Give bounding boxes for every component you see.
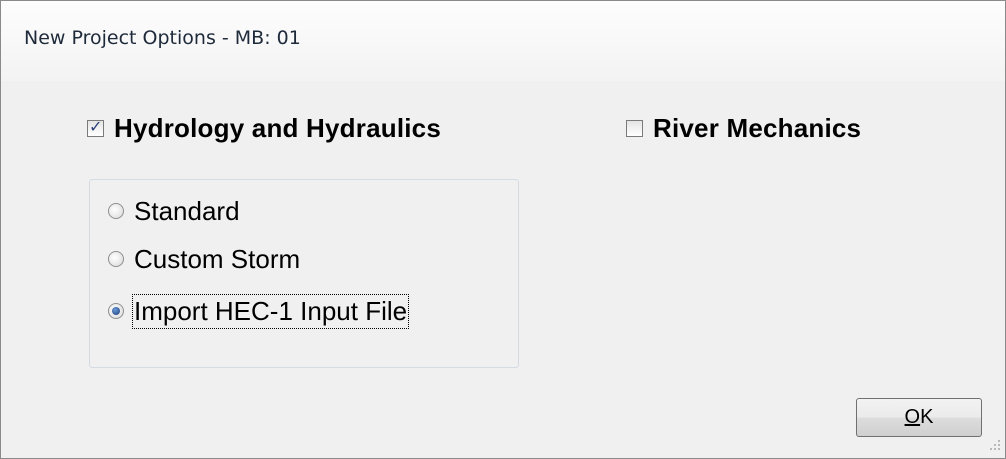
radio-button[interactable] xyxy=(108,303,124,319)
hydrology-checkbox-label: Hydrology and Hydraulics xyxy=(114,112,441,143)
river-mechanics-checkbox[interactable]: River Mechanics xyxy=(626,111,861,145)
window-title: New Project Options - MB: 01 xyxy=(24,27,301,49)
ok-mnemonic: O xyxy=(904,406,921,428)
check-icon: ✓ xyxy=(89,116,103,136)
checkbox-box[interactable]: ✓ xyxy=(87,116,104,137)
radio-import-hec1[interactable]: Import HEC-1 Input File xyxy=(108,293,410,329)
radio-custom-storm[interactable]: Custom Storm xyxy=(108,242,300,276)
radio-button[interactable] xyxy=(108,251,124,267)
river-mechanics-checkbox-label: River Mechanics xyxy=(653,112,862,143)
dialog-window: New Project Options - MB: 01 ✓ Hydrology… xyxy=(0,0,1006,459)
radio-dot-icon xyxy=(112,307,120,315)
radio-label-custom-storm: Custom Storm xyxy=(134,243,301,274)
resize-grip-icon[interactable] xyxy=(987,438,1001,452)
radio-button[interactable] xyxy=(108,203,124,219)
radio-standard[interactable]: Standard xyxy=(108,194,240,228)
hydrology-checkbox[interactable]: ✓ Hydrology and Hydraulics xyxy=(87,111,441,145)
ok-label-rest: K xyxy=(920,406,934,428)
radio-label-standard: Standard xyxy=(134,195,240,226)
title-bar[interactable]: New Project Options - MB: 01 xyxy=(1,1,1005,81)
ok-button[interactable]: OK xyxy=(856,398,982,437)
radio-label-import-hec1: Import HEC-1 Input File xyxy=(131,293,410,329)
checkbox-box[interactable] xyxy=(626,119,643,137)
